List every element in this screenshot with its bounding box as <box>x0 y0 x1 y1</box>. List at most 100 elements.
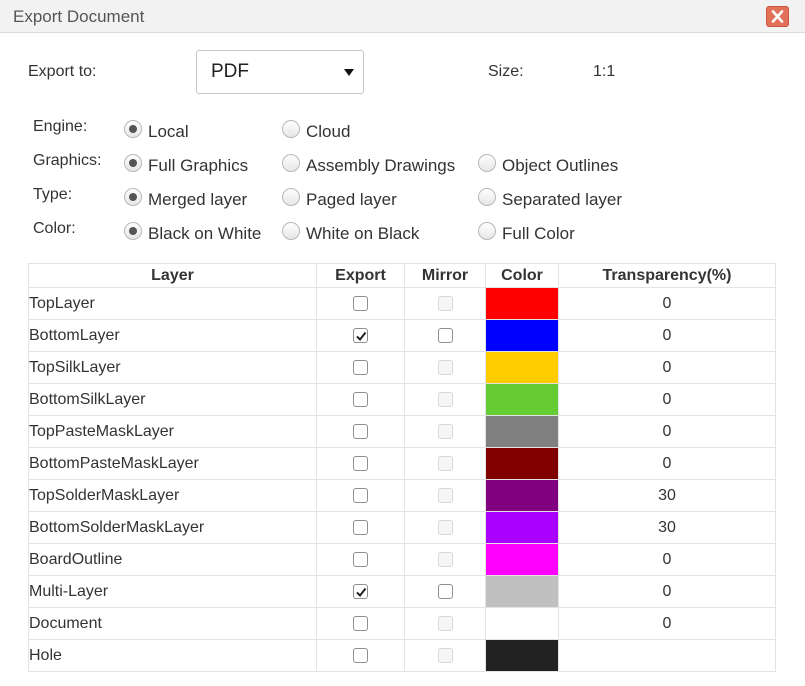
header-color: Color <box>485 263 559 288</box>
export-checkbox[interactable] <box>353 391 368 407</box>
header-export: Export <box>316 263 405 288</box>
mirror-cell <box>404 383 486 416</box>
mirror-cell <box>404 543 486 576</box>
header-transparency: Transparency(%) <box>558 263 776 288</box>
radio-indicator-icon <box>124 222 142 240</box>
export-checkbox[interactable] <box>353 327 368 343</box>
export-checkbox[interactable] <box>353 487 368 503</box>
layer-name: Document <box>28 607 317 640</box>
export-checkbox[interactable] <box>353 359 368 375</box>
color-swatch[interactable] <box>486 352 558 383</box>
transparency-value[interactable]: 0 <box>558 607 776 640</box>
radio-label: Separated layer <box>502 190 623 209</box>
table-row: TopLayer 0 <box>28 287 776 320</box>
mirror-cell <box>404 319 486 352</box>
mirror-checkbox[interactable] <box>437 583 453 599</box>
color-cell <box>485 479 559 512</box>
export-cell <box>316 319 405 352</box>
transparency-value[interactable]: 0 <box>558 575 776 608</box>
radio-indicator-icon <box>478 188 496 206</box>
export-checkbox[interactable] <box>353 551 368 567</box>
transparency-value[interactable]: 0 <box>558 543 776 576</box>
radio-indicator-icon <box>282 154 300 172</box>
table-row: TopSilkLayer 0 <box>28 351 776 384</box>
transparency-value[interactable]: 0 <box>558 287 776 320</box>
color-cell <box>485 287 559 320</box>
transparency-value[interactable]: 0 <box>558 415 776 448</box>
table-row: Document 0 <box>28 607 776 640</box>
color-swatch[interactable] <box>486 416 558 447</box>
color-cell <box>485 575 559 608</box>
mirror-checkbox <box>437 295 453 311</box>
radio-label: Object Outlines <box>502 156 619 175</box>
color-swatch[interactable] <box>486 448 558 479</box>
export-checkbox[interactable] <box>353 519 368 535</box>
export-to-label: Export to: <box>28 63 97 80</box>
transparency-value[interactable]: 0 <box>558 447 776 480</box>
export-cell <box>316 575 405 608</box>
dialog-title: Export Document <box>13 7 145 26</box>
mirror-checkbox <box>437 423 453 439</box>
mirror-cell <box>404 287 486 320</box>
color-swatch[interactable] <box>486 608 558 639</box>
export-checkbox[interactable] <box>353 455 368 471</box>
color-swatch[interactable] <box>486 480 558 511</box>
color-cell <box>485 543 559 576</box>
table-row: Hole <box>28 639 776 672</box>
export-cell <box>316 351 405 384</box>
radio-indicator-icon <box>478 222 496 240</box>
export-checkbox[interactable] <box>353 423 368 439</box>
export-format-value: PDF <box>211 61 249 82</box>
color-cell <box>485 351 559 384</box>
color-swatch[interactable] <box>486 576 558 607</box>
export-checkbox[interactable] <box>353 583 368 599</box>
table-header-row: Layer Export Mirror Color Transparency(%… <box>28 263 776 288</box>
transparency-value[interactable]: 0 <box>558 351 776 384</box>
transparency-value[interactable]: 0 <box>558 383 776 416</box>
radio-indicator-icon <box>282 188 300 206</box>
color-label: Color: <box>33 220 76 237</box>
mirror-cell <box>404 351 486 384</box>
layer-name: Hole <box>28 639 317 672</box>
transparency-value[interactable]: 0 <box>558 319 776 352</box>
layer-name: BottomSolderMaskLayer <box>28 511 317 544</box>
checkmark-icon <box>356 331 367 341</box>
table-row: TopPasteMaskLayer 0 <box>28 415 776 448</box>
export-cell <box>316 383 405 416</box>
transparency-value[interactable]: 30 <box>558 511 776 544</box>
mirror-checkbox <box>437 455 453 471</box>
radio-label: Black on White <box>148 224 262 243</box>
color-swatch[interactable] <box>486 384 558 415</box>
mirror-cell <box>404 575 486 608</box>
layer-name: TopLayer <box>28 287 317 320</box>
color-cell <box>485 607 559 640</box>
mirror-checkbox <box>437 615 453 631</box>
radio-indicator-icon <box>478 154 496 172</box>
export-checkbox[interactable] <box>353 295 368 311</box>
mirror-checkbox[interactable] <box>437 327 453 343</box>
dropdown-arrow-icon <box>344 69 354 76</box>
color-swatch[interactable] <box>486 288 558 319</box>
export-cell <box>316 479 405 512</box>
header-mirror: Mirror <box>404 263 486 288</box>
export-checkbox[interactable] <box>353 647 368 663</box>
color-swatch[interactable] <box>486 512 558 543</box>
layer-name: BottomPasteMaskLayer <box>28 447 317 480</box>
radio-label: White on Black <box>306 224 420 243</box>
close-x-icon <box>771 10 784 23</box>
close-button[interactable] <box>766 6 789 27</box>
table-row: BoardOutline 0 <box>28 543 776 576</box>
color-swatch[interactable] <box>486 640 558 671</box>
layer-name: BottomSilkLayer <box>28 383 317 416</box>
export-format-select[interactable]: PDF <box>196 50 364 94</box>
color-swatch[interactable] <box>486 544 558 575</box>
export-cell <box>316 639 405 672</box>
transparency-value[interactable] <box>558 639 776 672</box>
color-cell <box>485 511 559 544</box>
transparency-value[interactable]: 30 <box>558 479 776 512</box>
mirror-checkbox <box>437 391 453 407</box>
layer-name: TopSolderMaskLayer <box>28 479 317 512</box>
layer-name: TopPasteMaskLayer <box>28 415 317 448</box>
color-swatch[interactable] <box>486 320 558 351</box>
export-checkbox[interactable] <box>353 615 368 631</box>
